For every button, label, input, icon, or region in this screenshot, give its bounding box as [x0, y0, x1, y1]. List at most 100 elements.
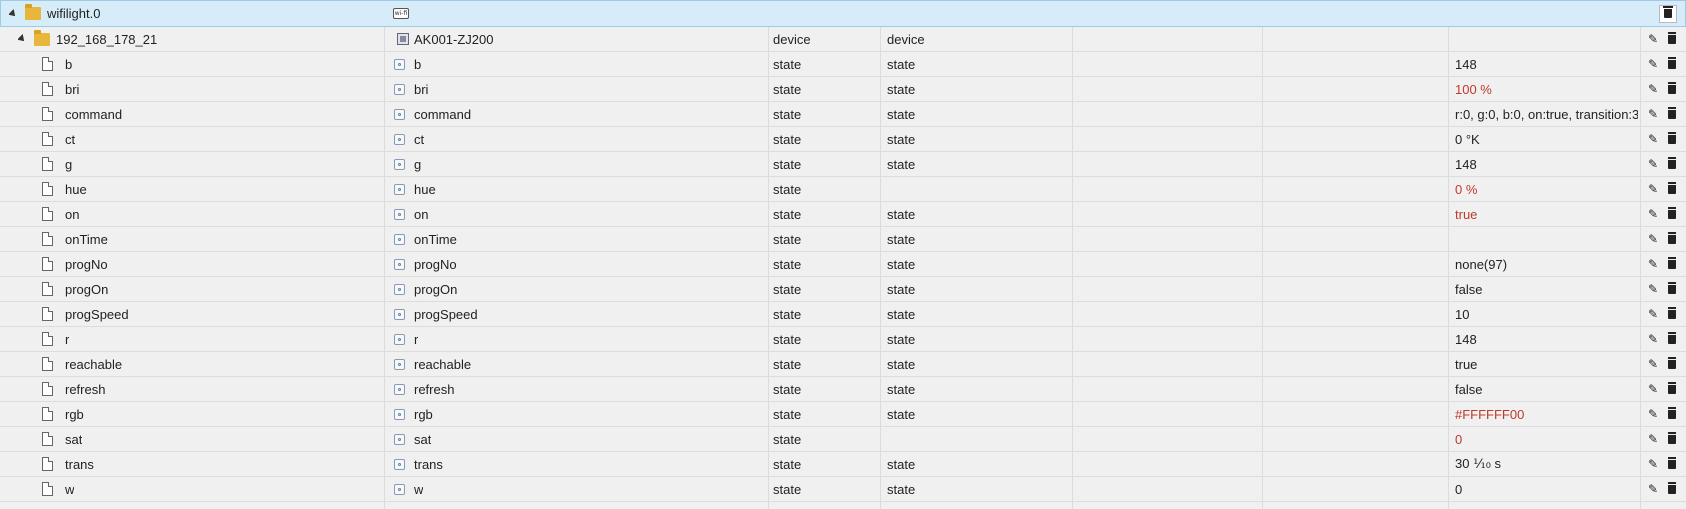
- delete-cell[interactable]: [1668, 327, 1676, 351]
- trash-icon[interactable]: [1668, 156, 1676, 169]
- state-value[interactable]: false: [1455, 377, 1638, 401]
- state-name[interactable]: command: [65, 102, 122, 126]
- pencil-icon[interactable]: ✎: [1648, 407, 1658, 421]
- state-name[interactable]: reachable: [65, 352, 122, 376]
- edit-cell[interactable]: ✎: [1648, 127, 1658, 151]
- edit-cell[interactable]: ✎: [1648, 52, 1658, 76]
- edit-cell[interactable]: ✎: [1648, 77, 1658, 101]
- table-row[interactable]: progNo progNo state state none(97) ✎: [0, 252, 1686, 277]
- edit-cell[interactable]: ✎: [1648, 402, 1658, 426]
- root-name[interactable]: wifilight.0: [47, 1, 100, 26]
- trash-icon[interactable]: [1668, 281, 1676, 294]
- delete-cell[interactable]: [1668, 227, 1676, 251]
- pencil-icon[interactable]: ✎: [1648, 157, 1658, 171]
- root-row[interactable]: wifilight.0 wi-fi: [0, 0, 1686, 27]
- trash-icon[interactable]: [1668, 356, 1676, 369]
- delete-cell[interactable]: [1668, 302, 1676, 326]
- table-row[interactable]: w w state state 0 ✎: [0, 477, 1686, 502]
- delete-cell[interactable]: [1668, 477, 1676, 501]
- table-row[interactable]: reachable reachable state state true ✎: [0, 352, 1686, 377]
- edit-cell[interactable]: ✎: [1648, 202, 1658, 226]
- state-value[interactable]: 0: [1455, 427, 1638, 451]
- delete-cell[interactable]: [1668, 127, 1676, 151]
- pencil-icon[interactable]: ✎: [1648, 107, 1658, 121]
- table-row[interactable]: rgb rgb state state #FFFFFF00 ✎: [0, 402, 1686, 427]
- table-row[interactable]: progOn progOn state state false ✎: [0, 277, 1686, 302]
- delete-cell[interactable]: [1668, 252, 1676, 276]
- delete-cell[interactable]: [1668, 402, 1676, 426]
- delete-cell[interactable]: [1668, 102, 1676, 126]
- state-value[interactable]: 0 %: [1455, 177, 1638, 201]
- trash-icon[interactable]: [1668, 56, 1676, 69]
- edit-cell[interactable]: ✎: [1648, 477, 1658, 501]
- delete-cell[interactable]: [1668, 352, 1676, 376]
- expand-triangle-icon[interactable]: [9, 8, 17, 19]
- device-delete-cell[interactable]: [1668, 27, 1676, 51]
- state-value[interactable]: true: [1455, 352, 1638, 376]
- state-name[interactable]: w: [65, 477, 74, 501]
- trash-icon[interactable]: [1668, 331, 1676, 344]
- state-name[interactable]: r: [65, 327, 69, 351]
- state-name[interactable]: progNo: [65, 252, 108, 276]
- pencil-icon[interactable]: ✎: [1648, 82, 1658, 96]
- state-name[interactable]: refresh: [65, 377, 105, 401]
- state-name[interactable]: hue: [65, 177, 87, 201]
- pencil-icon[interactable]: ✎: [1648, 207, 1658, 221]
- pencil-icon[interactable]: ✎: [1648, 457, 1658, 471]
- delete-cell[interactable]: [1668, 52, 1676, 76]
- table-row[interactable]: ct ct state state 0 °K ✎: [0, 127, 1686, 152]
- state-name[interactable]: on: [65, 202, 79, 226]
- state-value[interactable]: 30 ⅒ s: [1455, 452, 1638, 476]
- delete-cell[interactable]: [1668, 427, 1676, 451]
- state-name[interactable]: g: [65, 152, 72, 176]
- trash-icon[interactable]: [1668, 231, 1676, 244]
- table-row[interactable]: r r state state 148 ✎: [0, 327, 1686, 352]
- trash-icon[interactable]: [1668, 181, 1676, 194]
- state-value[interactable]: 148: [1455, 152, 1638, 176]
- state-value[interactable]: 148: [1455, 327, 1638, 351]
- collapse-toggle[interactable]: [9, 1, 17, 26]
- table-row[interactable]: sat sat state 0 ✎: [0, 427, 1686, 452]
- device-name[interactable]: 192_168_178_21: [56, 27, 157, 51]
- edit-cell[interactable]: ✎: [1648, 102, 1658, 126]
- pencil-icon[interactable]: ✎: [1648, 132, 1658, 146]
- edit-cell[interactable]: ✎: [1648, 377, 1658, 401]
- pencil-icon[interactable]: ✎: [1648, 232, 1658, 246]
- trash-icon[interactable]: [1668, 456, 1676, 469]
- pencil-icon[interactable]: ✎: [1648, 332, 1658, 346]
- pencil-icon[interactable]: ✎: [1648, 357, 1658, 371]
- pencil-icon[interactable]: ✎: [1648, 182, 1658, 196]
- state-value[interactable]: 100 %: [1455, 77, 1638, 101]
- state-value[interactable]: 0 °K: [1455, 127, 1638, 151]
- trash-icon[interactable]: [1668, 481, 1676, 494]
- edit-cell[interactable]: ✎: [1648, 427, 1658, 451]
- pencil-icon[interactable]: ✎: [1648, 32, 1658, 46]
- state-name[interactable]: trans: [65, 452, 94, 476]
- state-name[interactable]: progOn: [65, 277, 108, 301]
- trash-icon[interactable]: [1668, 431, 1676, 444]
- edit-cell[interactable]: ✎: [1648, 452, 1658, 476]
- pencil-icon[interactable]: ✎: [1648, 257, 1658, 271]
- table-row[interactable]: command command state state r:0, g:0, b:0, o…: [0, 102, 1686, 127]
- delete-cell[interactable]: [1668, 202, 1676, 226]
- trash-icon[interactable]: [1668, 106, 1676, 119]
- trash-icon[interactable]: [1668, 306, 1676, 319]
- trash-icon[interactable]: [1668, 131, 1676, 144]
- state-name[interactable]: rgb: [65, 402, 84, 426]
- table-row[interactable]: hue hue state 0 % ✎: [0, 177, 1686, 202]
- state-value[interactable]: false: [1455, 277, 1638, 301]
- state-name[interactable]: progSpeed: [65, 302, 129, 326]
- pencil-icon[interactable]: ✎: [1648, 282, 1658, 296]
- state-name[interactable]: sat: [65, 427, 82, 451]
- trash-icon[interactable]: [1668, 256, 1676, 269]
- table-row[interactable]: refresh refresh state state false ✎: [0, 377, 1686, 402]
- table-row[interactable]: onTime onTime state state ✎: [0, 227, 1686, 252]
- device-collapse-toggle[interactable]: [18, 27, 26, 51]
- edit-cell[interactable]: ✎: [1648, 352, 1658, 376]
- device-row[interactable]: 192_168_178_21 AK001-ZJ200 device device…: [0, 27, 1686, 52]
- state-value[interactable]: true: [1455, 202, 1638, 226]
- table-row[interactable]: progSpeed progSpeed state state 10 ✎: [0, 302, 1686, 327]
- edit-cell[interactable]: ✎: [1648, 152, 1658, 176]
- state-value[interactable]: #FFFFFF00: [1455, 402, 1638, 426]
- state-name[interactable]: b: [65, 52, 72, 76]
